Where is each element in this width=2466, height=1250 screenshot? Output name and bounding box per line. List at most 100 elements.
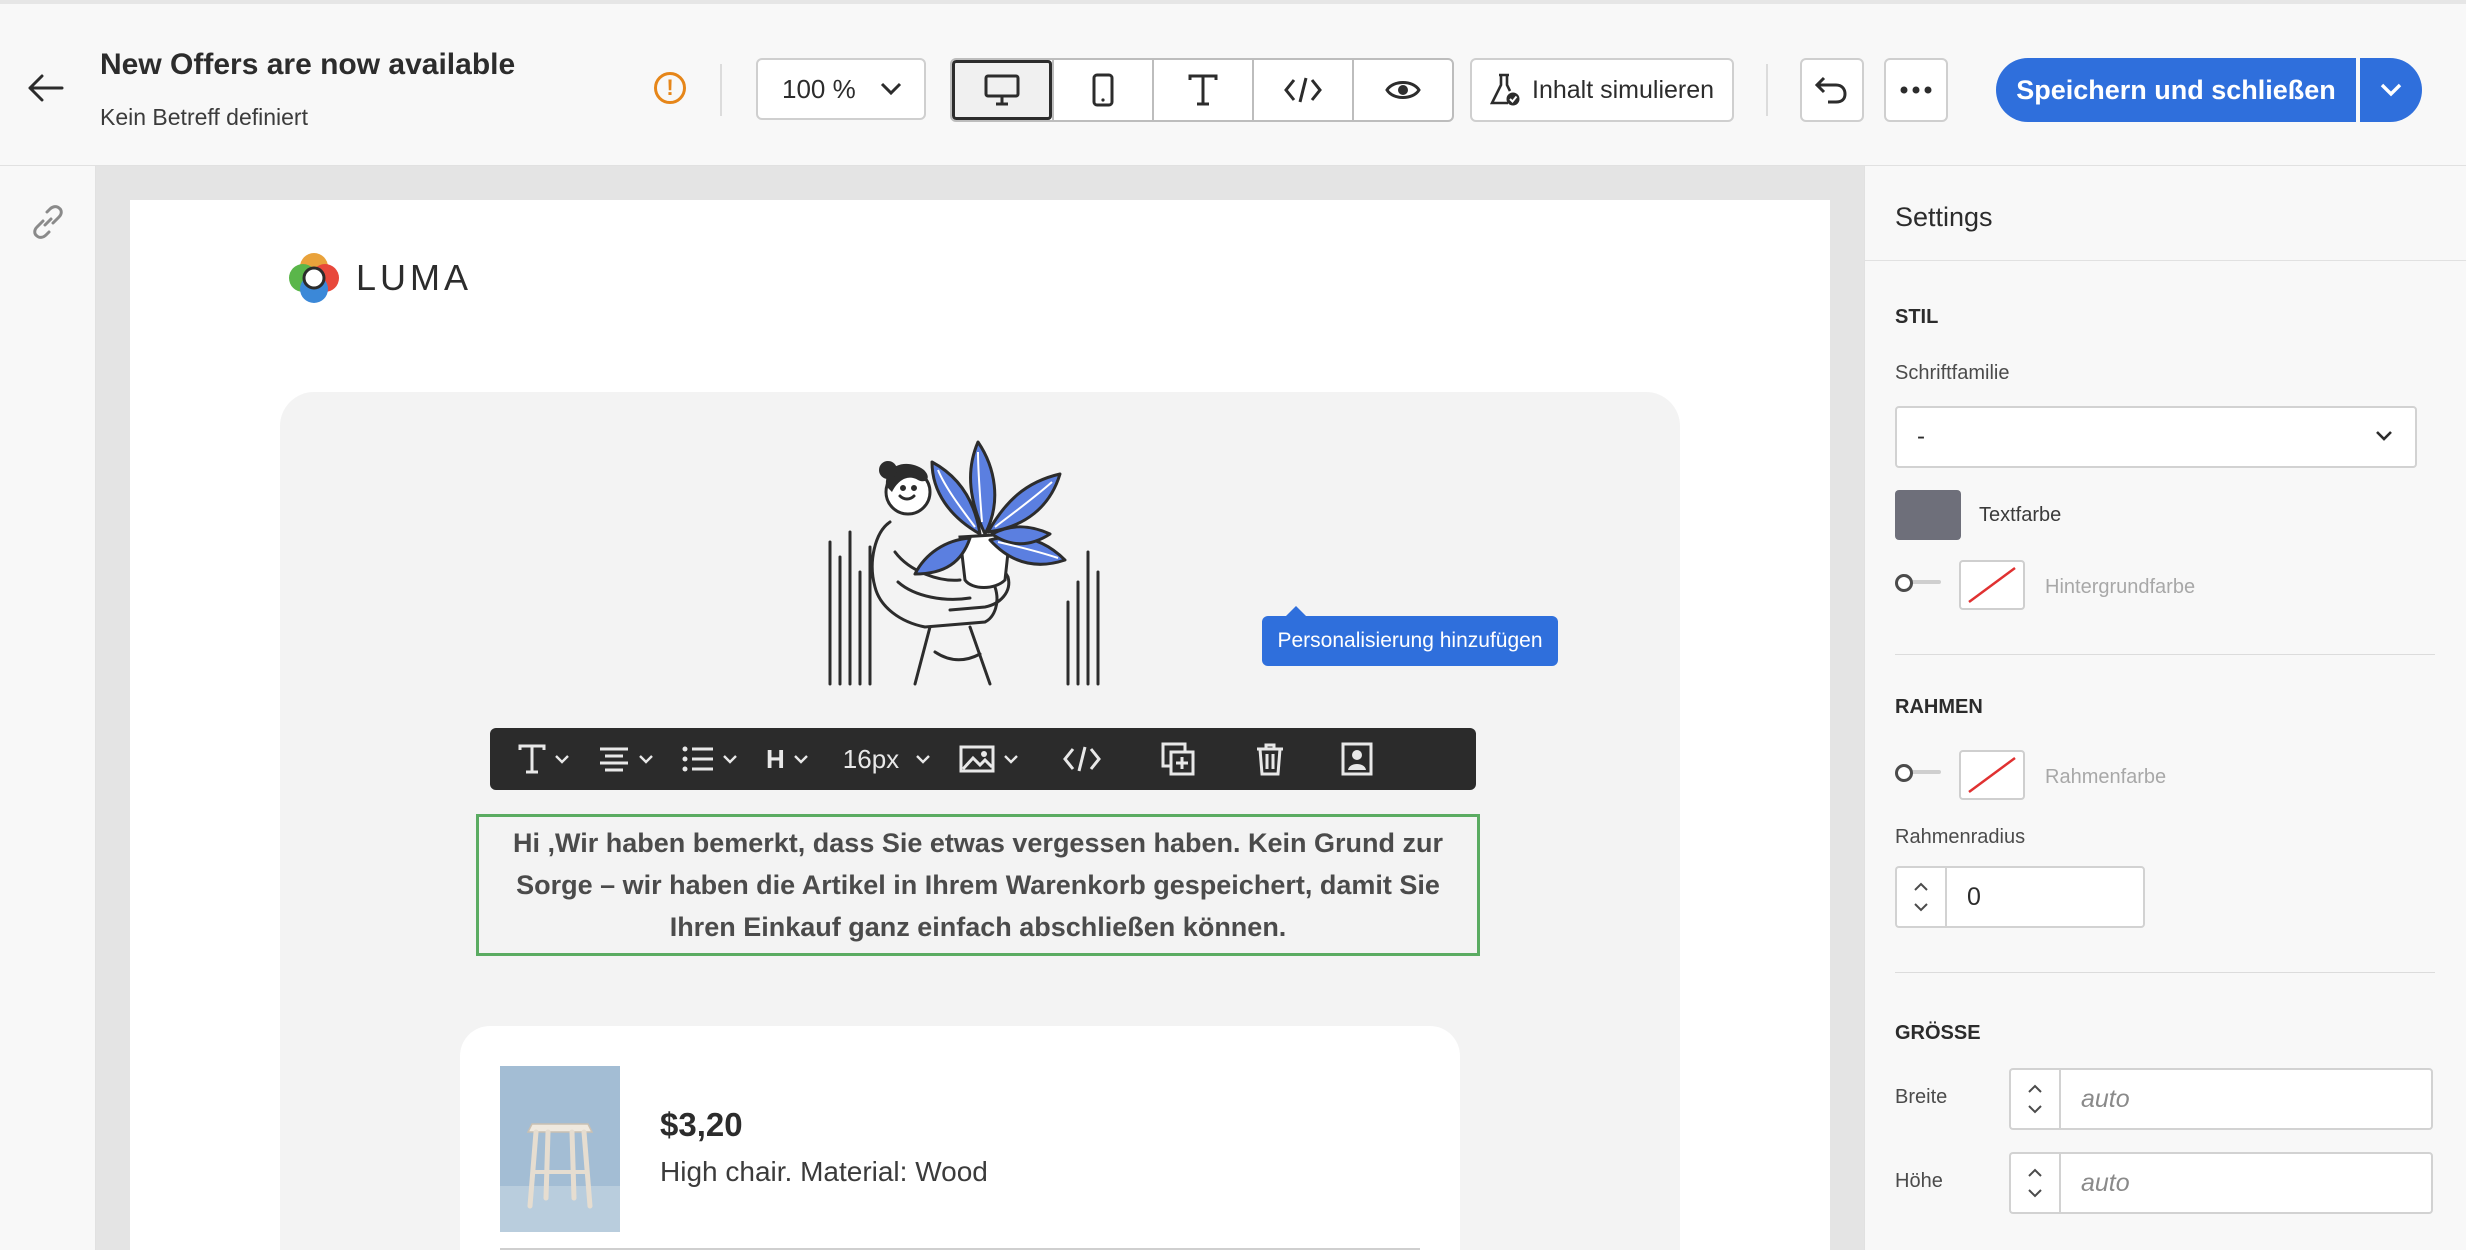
view-mode-group [950, 58, 1454, 122]
editor-canvas: LUMA H 16px Personalisierung hinzufügen … [96, 166, 1864, 1250]
width-label: Breite [1895, 1086, 1948, 1108]
zoom-value: 100 % [782, 73, 856, 104]
flask-icon [1490, 73, 1520, 106]
selected-text-block[interactable]: Hi ,Wir haben bemerkt, dass Sie etwas ve… [476, 814, 1480, 956]
chevron-down-icon [916, 755, 931, 764]
divider [1865, 260, 2466, 261]
height-input[interactable]: auto [2059, 1152, 2433, 1214]
height-row: Höhe auto [1895, 1152, 2435, 1214]
image-icon [959, 745, 995, 773]
save-and-close-button[interactable]: Speichern und schließen [1996, 58, 2356, 122]
heading-label: H [766, 743, 785, 774]
divider [1766, 64, 1768, 116]
stool-image [500, 1066, 620, 1232]
settings-title: Settings [1895, 202, 1993, 232]
align-dropdown[interactable] [584, 728, 668, 790]
chevron-down-icon [2376, 431, 2392, 441]
height-label: Höhe [1895, 1170, 1943, 1192]
code-view-button[interactable] [1252, 60, 1352, 120]
duplicate-button[interactable] [1131, 728, 1225, 790]
product-image[interactable] [500, 1066, 620, 1232]
height-stepper[interactable]: auto [2009, 1152, 2433, 1214]
chevron-down-icon[interactable] [2027, 1188, 2043, 1198]
chevron-up-icon[interactable] [2027, 1084, 2043, 1094]
product-price: $3,20 [660, 1106, 743, 1143]
zoom-select[interactable]: 100 % [756, 58, 926, 120]
stepper-arrows[interactable] [2009, 1068, 2059, 1130]
divider [720, 64, 722, 116]
simulate-content-button[interactable]: Inhalt simulieren [1470, 58, 1734, 122]
back-button[interactable] [20, 62, 72, 114]
more-options-button[interactable] [1884, 58, 1948, 122]
simulate-label: Inhalt simulieren [1532, 75, 1715, 104]
chevron-up-icon[interactable] [2027, 1168, 2043, 1178]
font-family-select[interactable]: - [1895, 406, 2417, 468]
heading-dropdown[interactable]: H [752, 728, 823, 790]
align-center-icon [600, 747, 628, 772]
chevron-down-icon [793, 755, 808, 764]
text-color-swatch[interactable] [1895, 490, 1961, 540]
chevron-down-icon [1004, 755, 1019, 764]
text-icon [518, 744, 546, 774]
border-radius-label: Rahmenradius [1895, 826, 2026, 848]
no-color-icon [1968, 756, 2016, 794]
editor-header: New Offers are now available Kein Betref… [0, 0, 2466, 166]
list-dropdown[interactable] [668, 728, 752, 790]
undo-icon [1814, 76, 1847, 104]
toggle-knob [1895, 764, 1913, 782]
save-options-button[interactable] [2360, 58, 2422, 122]
add-personalization-button[interactable] [1315, 728, 1399, 790]
font-family-label: Schriftfamilie [1895, 362, 2010, 384]
background-color-swatch[interactable] [1959, 560, 2025, 610]
background-color-toggle[interactable] [1895, 572, 1943, 594]
luma-logo-icon [289, 253, 339, 303]
plant-illustration[interactable] [820, 422, 1120, 692]
width-stepper[interactable]: auto [2009, 1068, 2433, 1130]
chevron-down-icon [639, 755, 653, 764]
chevron-down-icon [880, 82, 902, 96]
border-color-swatch[interactable] [1959, 750, 2025, 800]
border-color-label: Rahmenfarbe [2045, 766, 2167, 788]
arrow-left-icon [28, 74, 64, 102]
product-description: High chair. Material: Wood [660, 1156, 988, 1187]
link-icon[interactable] [28, 202, 68, 242]
style-section-label: STIL [1895, 306, 1939, 328]
stepper-arrows[interactable] [1895, 866, 1945, 928]
mobile-view-button[interactable] [1052, 60, 1152, 120]
width-input[interactable]: auto [2059, 1068, 2433, 1130]
code-icon [1063, 746, 1102, 772]
text-style-dropdown[interactable] [504, 728, 584, 790]
chevron-down-icon [2380, 83, 2402, 97]
more-icon [1900, 86, 1932, 94]
border-radius-stepper[interactable]: 0 [1895, 866, 2145, 928]
border-section-label: RAHMEN [1895, 696, 1983, 718]
warning-icon[interactable]: ! [654, 72, 686, 104]
font-family-value: - [1917, 423, 1925, 450]
border-color-toggle[interactable] [1895, 762, 1943, 784]
toggle-knob [1895, 574, 1913, 592]
product-card[interactable]: $3,20 High chair. Material: Wood [460, 1026, 1460, 1250]
desktop-view-button[interactable] [952, 60, 1052, 120]
undo-button[interactable] [1800, 58, 1864, 122]
preview-button[interactable] [1352, 60, 1452, 120]
personalization-tooltip: Personalisierung hinzufügen [1262, 606, 1558, 666]
image-dropdown[interactable] [945, 728, 1033, 790]
font-size-dropdown[interactable]: 16px [823, 728, 945, 790]
chevron-down-icon[interactable] [1913, 902, 1929, 912]
text-view-button[interactable] [1152, 60, 1252, 120]
delete-button[interactable] [1225, 728, 1315, 790]
personalization-icon [1341, 742, 1373, 776]
luma-logo[interactable]: LUMA [286, 250, 472, 306]
settings-panel: Settings STIL Schriftfamilie - Textfarbe… [1864, 166, 2466, 1250]
desktop-icon [984, 74, 1020, 106]
page-subtitle[interactable]: Kein Betreff definiert [100, 104, 308, 131]
trash-icon [1257, 743, 1284, 776]
chevron-down-icon [723, 755, 737, 764]
logo-text: LUMA [356, 257, 473, 298]
divider [1895, 972, 2435, 973]
html-code-button[interactable] [1033, 728, 1131, 790]
stepper-arrows[interactable] [2009, 1152, 2059, 1214]
chevron-up-icon[interactable] [1913, 882, 1929, 892]
border-radius-input[interactable]: 0 [1945, 866, 2145, 928]
chevron-down-icon[interactable] [2027, 1104, 2043, 1114]
